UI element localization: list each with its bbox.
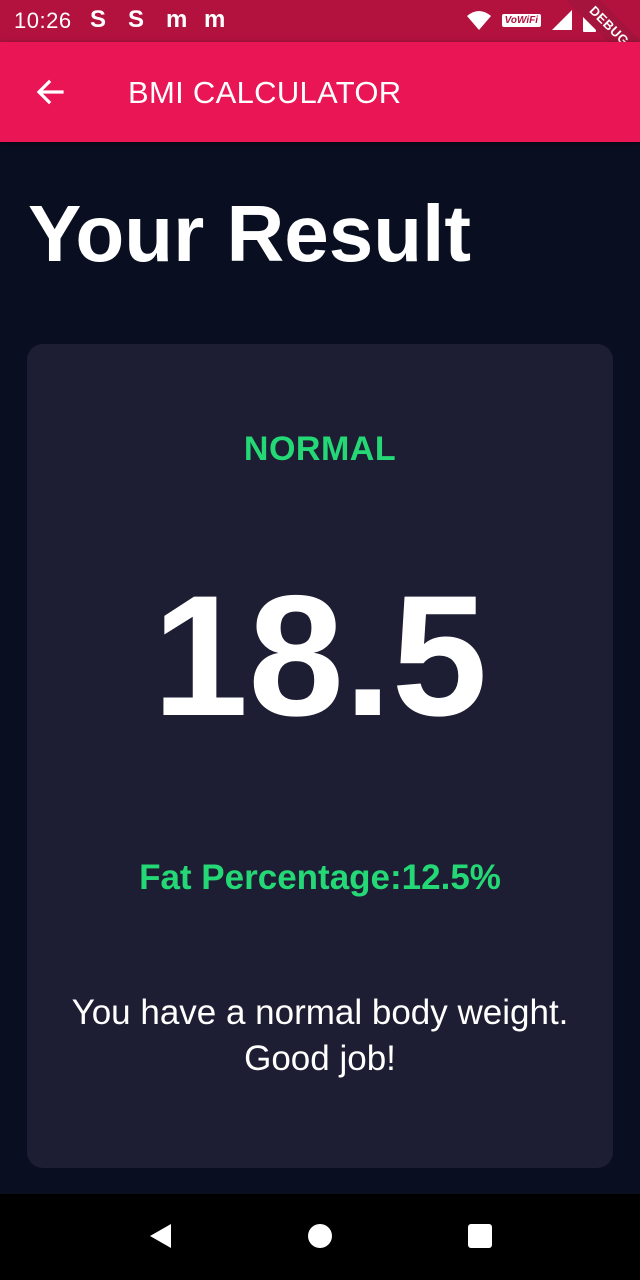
app-title: BMI CALCULATOR bbox=[128, 75, 402, 110]
back-button[interactable] bbox=[22, 64, 78, 120]
recents-square-icon bbox=[468, 1224, 492, 1248]
page-title: Your Result bbox=[28, 189, 472, 278]
vowifi-label: VoWiFi bbox=[501, 13, 541, 27]
back-triangle-icon bbox=[150, 1224, 171, 1248]
wifi-icon bbox=[466, 11, 491, 30]
fat-percentage: Fat Percentage:12.5% bbox=[139, 858, 501, 897]
signal-icon bbox=[552, 10, 572, 30]
system-nav-bar bbox=[0, 1194, 640, 1280]
status-icons: VoWiFi bbox=[466, 8, 596, 32]
nav-recents-button[interactable] bbox=[460, 1216, 500, 1256]
bmi-interpretation: You have a normal body weight. Good job! bbox=[71, 993, 569, 1078]
home-circle-icon bbox=[308, 1224, 332, 1248]
status-time: 10:26 bbox=[14, 8, 72, 33]
notification-s-icon: S bbox=[128, 6, 145, 33]
arrow-back-icon bbox=[36, 79, 64, 105]
result-card: NORMAL 18.5 Fat Percentage:12.5% You hav… bbox=[27, 344, 613, 1168]
nav-back-button[interactable] bbox=[140, 1216, 180, 1256]
bmi-value: 18.5 bbox=[152, 560, 488, 752]
nav-home-button[interactable] bbox=[300, 1216, 340, 1256]
notification-m-icon: m bbox=[204, 6, 226, 33]
notification-s-icon: S bbox=[90, 6, 107, 33]
status-bar: 10:26 S S m m VoWiFi DEBUG bbox=[0, 0, 640, 81]
notification-m-icon: m bbox=[166, 6, 188, 33]
result-status: NORMAL bbox=[243, 430, 397, 468]
app-bar: BMI CALCULATOR bbox=[0, 42, 640, 142]
